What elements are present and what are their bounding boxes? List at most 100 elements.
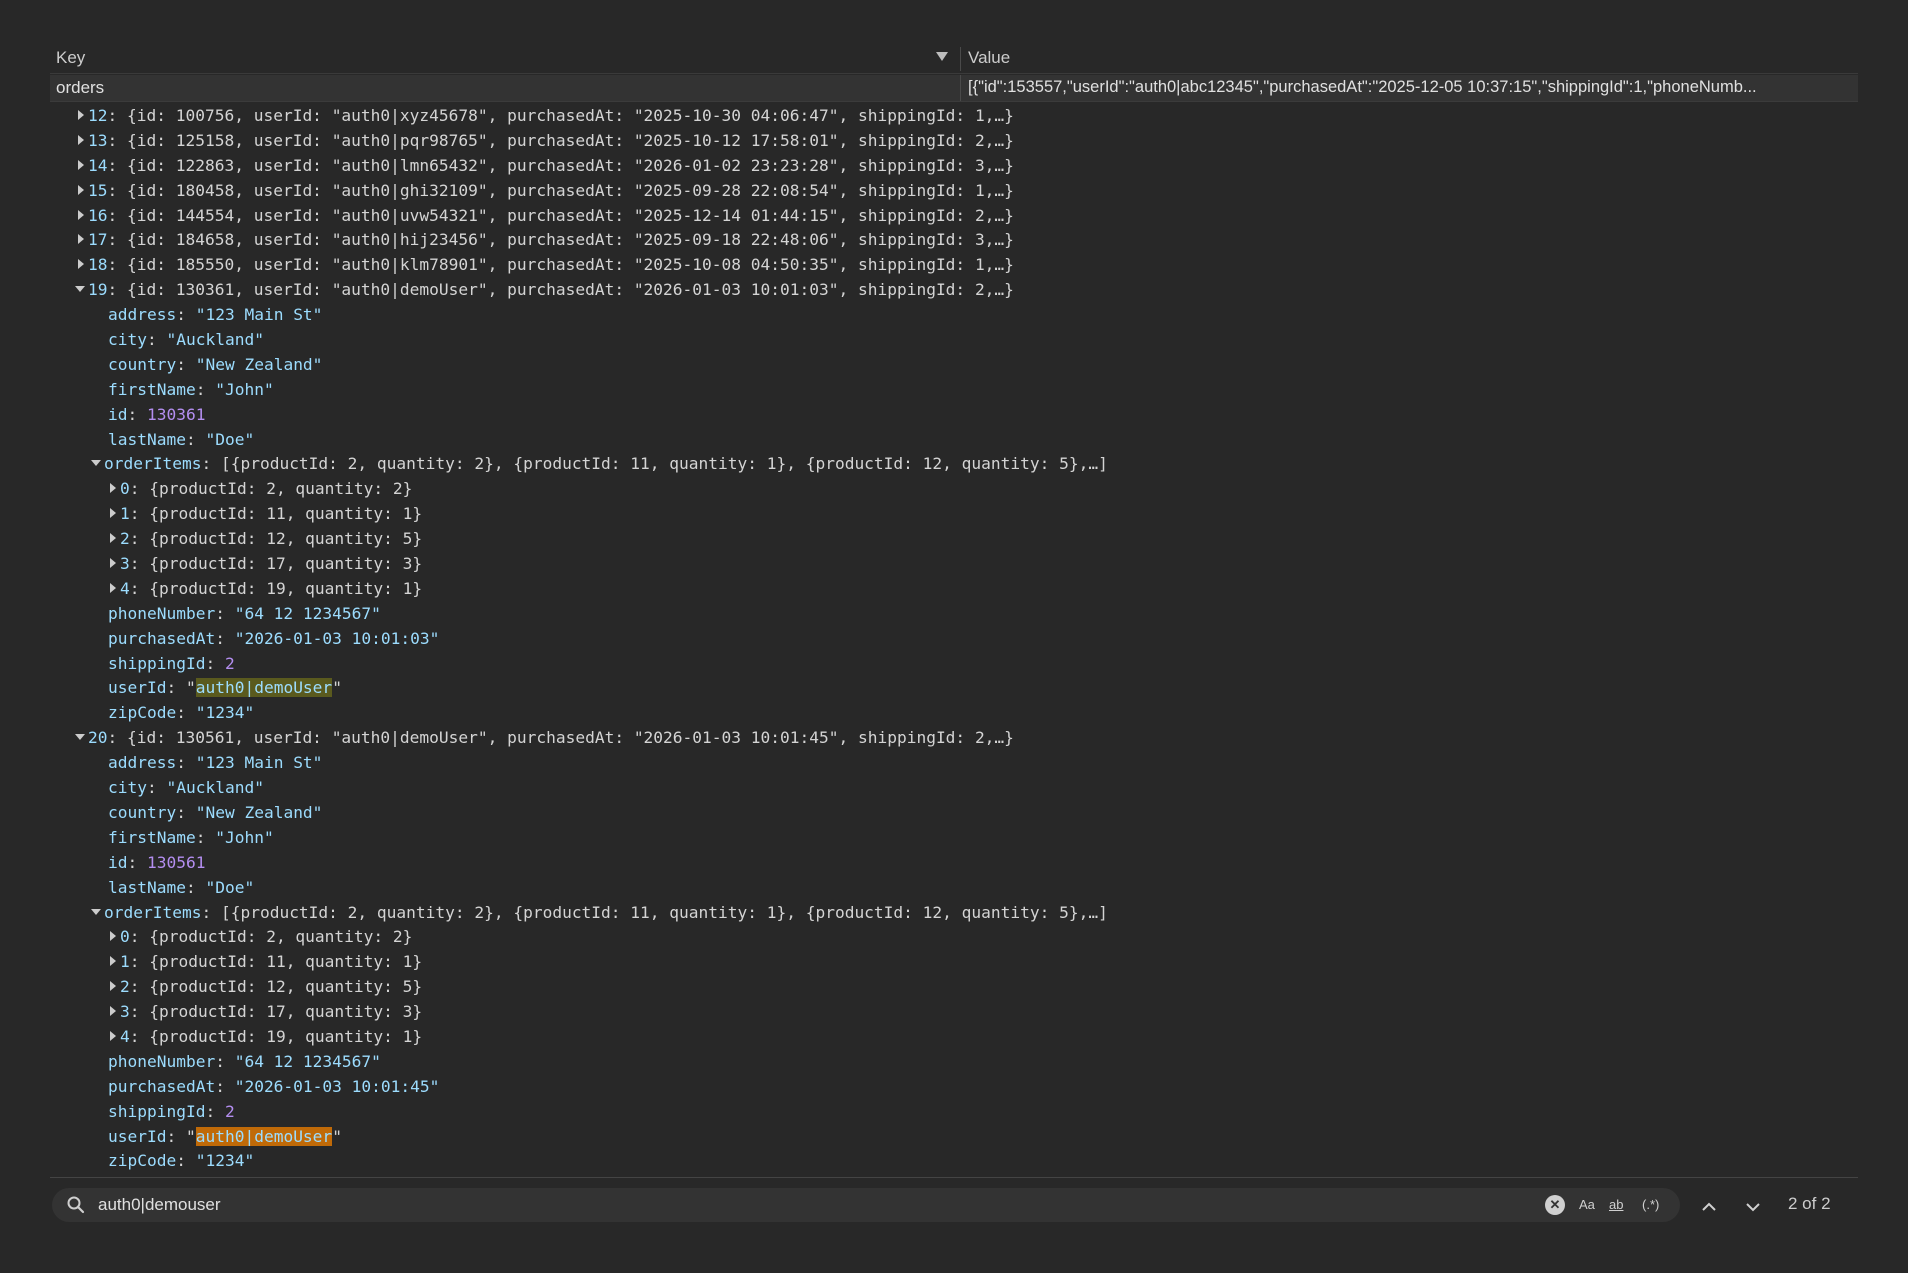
tree-node[interactable]: 20: {id: 130561, userId: "auth0|demoUser… (50, 726, 1858, 751)
sort-dropdown-icon[interactable] (936, 52, 948, 61)
property-row: lastName: "Doe" (108, 429, 255, 449)
property-row: shippingId: 2 (108, 653, 235, 673)
tree-node[interactable]: 13: {id: 125158, userId: "auth0|pqr98765… (50, 129, 1858, 154)
property-value: "123 Main St" (195, 305, 323, 325)
property-key: purchasedAt (108, 628, 216, 648)
match-case-button[interactable]: Aa (1579, 1197, 1595, 1212)
chevron-right-icon[interactable] (74, 232, 88, 246)
chevron-right-icon[interactable] (74, 108, 88, 122)
table-row[interactable]: orders [{"id":153557,"userId":"auth0|abc… (50, 75, 1858, 102)
property-key: phoneNumber (108, 1051, 216, 1071)
item-value: {productId: 19, quantity: 1} (149, 578, 423, 598)
item-index: 1 (120, 952, 130, 972)
chevron-right-icon[interactable] (106, 556, 120, 570)
search-input[interactable] (98, 1194, 1498, 1216)
property-value: "2026-01-03 10:01:45" (234, 1076, 440, 1096)
chevron-down-icon[interactable] (90, 456, 104, 470)
clear-icon[interactable]: ✕ (1545, 1195, 1565, 1215)
key-column-header[interactable]: Key (56, 48, 85, 68)
property-value: "John" (215, 379, 274, 399)
item-index: 0 (120, 927, 130, 947)
property-row: firstName: "John" (108, 379, 274, 399)
list-item[interactable]: 2: {productId: 12, quantity: 5} (50, 527, 1858, 552)
property-row: id: 130561 (108, 852, 206, 872)
chevron-down-icon[interactable] (90, 905, 104, 919)
chevron-right-icon[interactable] (74, 208, 88, 222)
arrow-up-icon[interactable] (1698, 1196, 1720, 1218)
regex-button[interactable]: (.*) (1642, 1197, 1659, 1212)
property-row: id: 130361 (108, 404, 206, 424)
chevron-right-icon[interactable] (106, 979, 120, 993)
order-id: 180458 (175, 180, 235, 200)
chevron-down-icon[interactable] (74, 730, 88, 744)
property-row: city: "Auckland" (108, 330, 264, 350)
chevron-right-icon[interactable] (74, 133, 88, 147)
property-row: userId: "auth0|demoUser" (108, 678, 342, 698)
item-value: {productId: 12, quantity: 5} (149, 977, 423, 997)
node-index: 19 (88, 280, 108, 300)
item-value: {productId: 17, quantity: 3} (149, 1002, 423, 1022)
chevron-right-icon[interactable] (106, 954, 120, 968)
list-item[interactable]: 1: {productId: 11, quantity: 1} (50, 950, 1858, 975)
chevron-right-icon[interactable] (106, 929, 120, 943)
chevron-down-icon[interactable] (74, 282, 88, 296)
tree-node[interactable]: 18: {id: 185550, userId: "auth0|klm78901… (50, 253, 1858, 278)
property-row: zipCode: "1234" (108, 703, 255, 723)
tree-node[interactable]: 15: {id: 180458, userId: "auth0|ghi32109… (50, 179, 1858, 204)
property-key: shippingId (108, 653, 206, 673)
tree-node[interactable]: 16: {id: 144554, userId: "auth0|uvw54321… (50, 204, 1858, 229)
list-item[interactable]: 0: {productId: 2, quantity: 2} (50, 925, 1858, 950)
list-item[interactable]: 0: {productId: 2, quantity: 2} (50, 477, 1858, 502)
arrow-down-icon[interactable] (1742, 1196, 1764, 1218)
property-key: firstName (108, 379, 196, 399)
tree-node[interactable]: orderItems: [{productId: 2, quantity: 2}… (50, 452, 1858, 477)
chevron-right-icon[interactable] (106, 531, 120, 545)
property-value: "123 Main St" (195, 753, 323, 773)
order-id: 130561 (175, 728, 235, 748)
property-value: "Doe" (205, 877, 255, 897)
chevron-right-icon[interactable] (106, 1029, 120, 1043)
list-item[interactable]: 2: {productId: 12, quantity: 5} (50, 975, 1858, 1000)
property-value: 2 (224, 653, 235, 673)
property-row: purchasedAt: "2026-01-03 10:01:03" (108, 628, 440, 648)
tree-node[interactable]: 14: {id: 122863, userId: "auth0|lmn65432… (50, 154, 1858, 179)
property-row: address: "123 Main St" (108, 305, 323, 325)
tree-node[interactable]: 17: {id: 184658, userId: "auth0|hij23456… (50, 228, 1858, 253)
value-column-header[interactable]: Value (968, 48, 1010, 68)
order-user-id: "auth0|uvw54321" (331, 205, 488, 225)
property-row: phoneNumber: "64 12 1234567" (108, 1051, 381, 1071)
order-user-id: "auth0|hij23456" (331, 230, 488, 250)
property-key: country (108, 354, 177, 374)
chevron-right-icon[interactable] (106, 1004, 120, 1018)
tree-node[interactable]: orderItems: [{productId: 2, quantity: 2}… (50, 901, 1858, 926)
property-key: orderItems (104, 454, 202, 474)
column-resize-handle[interactable] (960, 47, 961, 71)
chevron-right-icon[interactable] (74, 158, 88, 172)
property-row: lastName: "Doe" (108, 877, 255, 897)
chevron-right-icon[interactable] (74, 257, 88, 271)
list-item[interactable]: 4: {productId: 19, quantity: 1} (50, 1025, 1858, 1050)
item-value: {productId: 17, quantity: 3} (149, 554, 423, 574)
table-header: Key Value (50, 45, 1858, 74)
tree-node[interactable]: 19: {id: 130361, userId: "auth0|demoUser… (50, 278, 1858, 303)
list-item[interactable]: 3: {productId: 17, quantity: 3} (50, 1000, 1858, 1025)
list-item[interactable]: 1: {productId: 11, quantity: 1} (50, 502, 1858, 527)
property-key: orderItems (104, 902, 202, 922)
item-index: 0 (120, 479, 130, 499)
order-purchased-at: "2025-09-28 22:08:54" (633, 180, 839, 200)
property-value: "Auckland" (166, 330, 264, 350)
property-key: userId (108, 1126, 167, 1146)
order-shipping-id: 2,…} (974, 205, 1014, 225)
chevron-right-icon[interactable] (106, 506, 120, 520)
list-item[interactable]: 4: {productId: 19, quantity: 1} (50, 577, 1858, 602)
list-item[interactable]: 3: {productId: 17, quantity: 3} (50, 552, 1858, 577)
property-row: phoneNumber: "64 12 1234567" (108, 603, 381, 623)
whole-word-button[interactable]: ab (1609, 1197, 1623, 1212)
chevron-right-icon[interactable] (106, 481, 120, 495)
chevron-right-icon[interactable] (74, 183, 88, 197)
property-key: city (108, 330, 147, 350)
chevron-right-icon[interactable] (106, 581, 120, 595)
search-bar: ✕ Aa ab (.*) (52, 1188, 1680, 1222)
tree-node[interactable]: 12: {id: 100756, userId: "auth0|xyz45678… (50, 104, 1858, 129)
order-items-summary: [{productId: 2, quantity: 2}, {productId… (220, 454, 1108, 474)
